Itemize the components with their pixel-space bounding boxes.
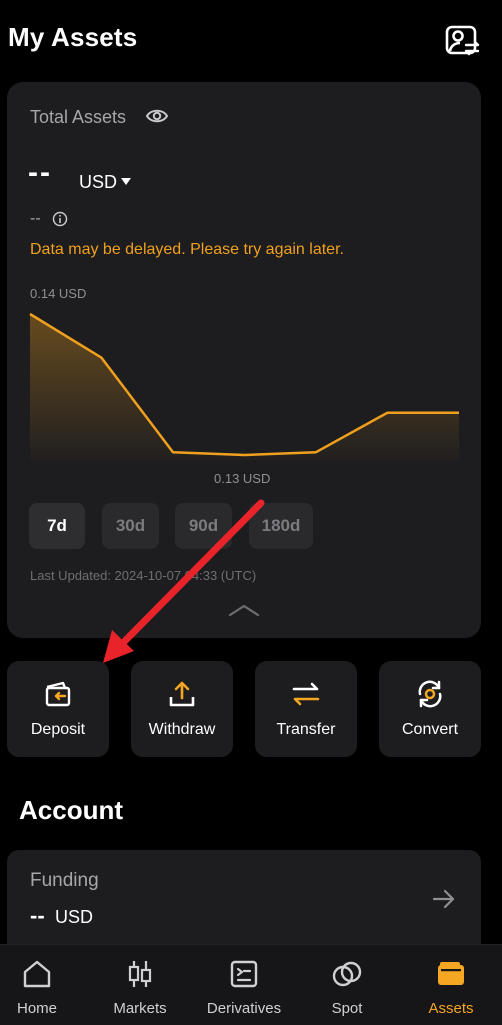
nav-derivatives-label: Derivatives <box>194 1000 294 1017</box>
convert-label: Convert <box>379 721 481 739</box>
currency-select-label: USD <box>79 172 117 193</box>
total-assets-value: -- <box>28 156 52 190</box>
nav-markets-label: Markets <box>90 1000 190 1017</box>
convert-button[interactable]: Convert <box>379 661 481 757</box>
page-title: My Assets <box>8 22 137 53</box>
transfer-label: Transfer <box>255 721 357 739</box>
withdraw-icon <box>167 679 197 709</box>
deposit-button[interactable]: Deposit <box>7 661 109 757</box>
nav-home-label: Home <box>0 1000 87 1017</box>
nav-spot-label: Spot <box>297 1000 397 1017</box>
pnl-value: -- <box>30 210 41 228</box>
chevron-up-icon[interactable] <box>228 602 260 618</box>
funding-label: Funding <box>30 870 99 892</box>
deposit-icon <box>43 679 73 709</box>
bottom-navigation: Home Markets Derivatives Spot Assets <box>0 944 502 1025</box>
transfer-button[interactable]: Transfer <box>255 661 357 757</box>
data-delay-notice: Data may be delayed. Please try again la… <box>30 241 344 259</box>
last-updated-text: Last Updated: 2024-10-07 04:33 (UTC) <box>30 568 256 583</box>
nav-assets[interactable]: Assets <box>401 945 501 1025</box>
convert-icon <box>415 679 445 709</box>
chart-max-label: 0.14 USD <box>30 286 86 301</box>
transfer-icon <box>291 679 321 709</box>
range-30d-button[interactable]: 30d <box>102 503 159 549</box>
caret-down-icon <box>121 178 131 185</box>
nav-markets[interactable]: Markets <box>90 945 190 1025</box>
range-7d-button[interactable]: 7d <box>29 503 85 549</box>
total-assets-card <box>7 82 481 638</box>
currency-select[interactable]: USD <box>79 172 131 193</box>
nav-spot[interactable]: Spot <box>297 945 397 1025</box>
info-icon[interactable] <box>52 211 68 227</box>
nav-derivatives[interactable]: Derivatives <box>194 945 294 1025</box>
profile-switch-button[interactable] <box>444 24 482 58</box>
nav-home[interactable]: Home <box>0 945 87 1025</box>
profile-switch-icon <box>444 24 482 58</box>
chart-min-label: 0.13 USD <box>214 471 270 486</box>
funding-currency: USD <box>55 907 93 928</box>
funding-value: -- <box>30 903 45 929</box>
eye-icon[interactable] <box>146 106 168 126</box>
total-assets-label: Total Assets <box>30 107 126 128</box>
deposit-label: Deposit <box>7 721 109 739</box>
home-icon <box>22 959 52 989</box>
nav-assets-label: Assets <box>401 1000 501 1017</box>
range-90d-button[interactable]: 90d <box>175 503 232 549</box>
range-180d-button[interactable]: 180d <box>249 503 313 549</box>
arrow-right-icon[interactable] <box>432 888 456 910</box>
withdraw-button[interactable]: Withdraw <box>131 661 233 757</box>
candlestick-icon <box>125 959 155 989</box>
withdraw-label: Withdraw <box>131 721 233 739</box>
derivatives-icon <box>229 959 259 989</box>
account-heading: Account <box>19 795 123 826</box>
spot-icon <box>332 959 362 989</box>
wallet-icon <box>436 959 466 989</box>
